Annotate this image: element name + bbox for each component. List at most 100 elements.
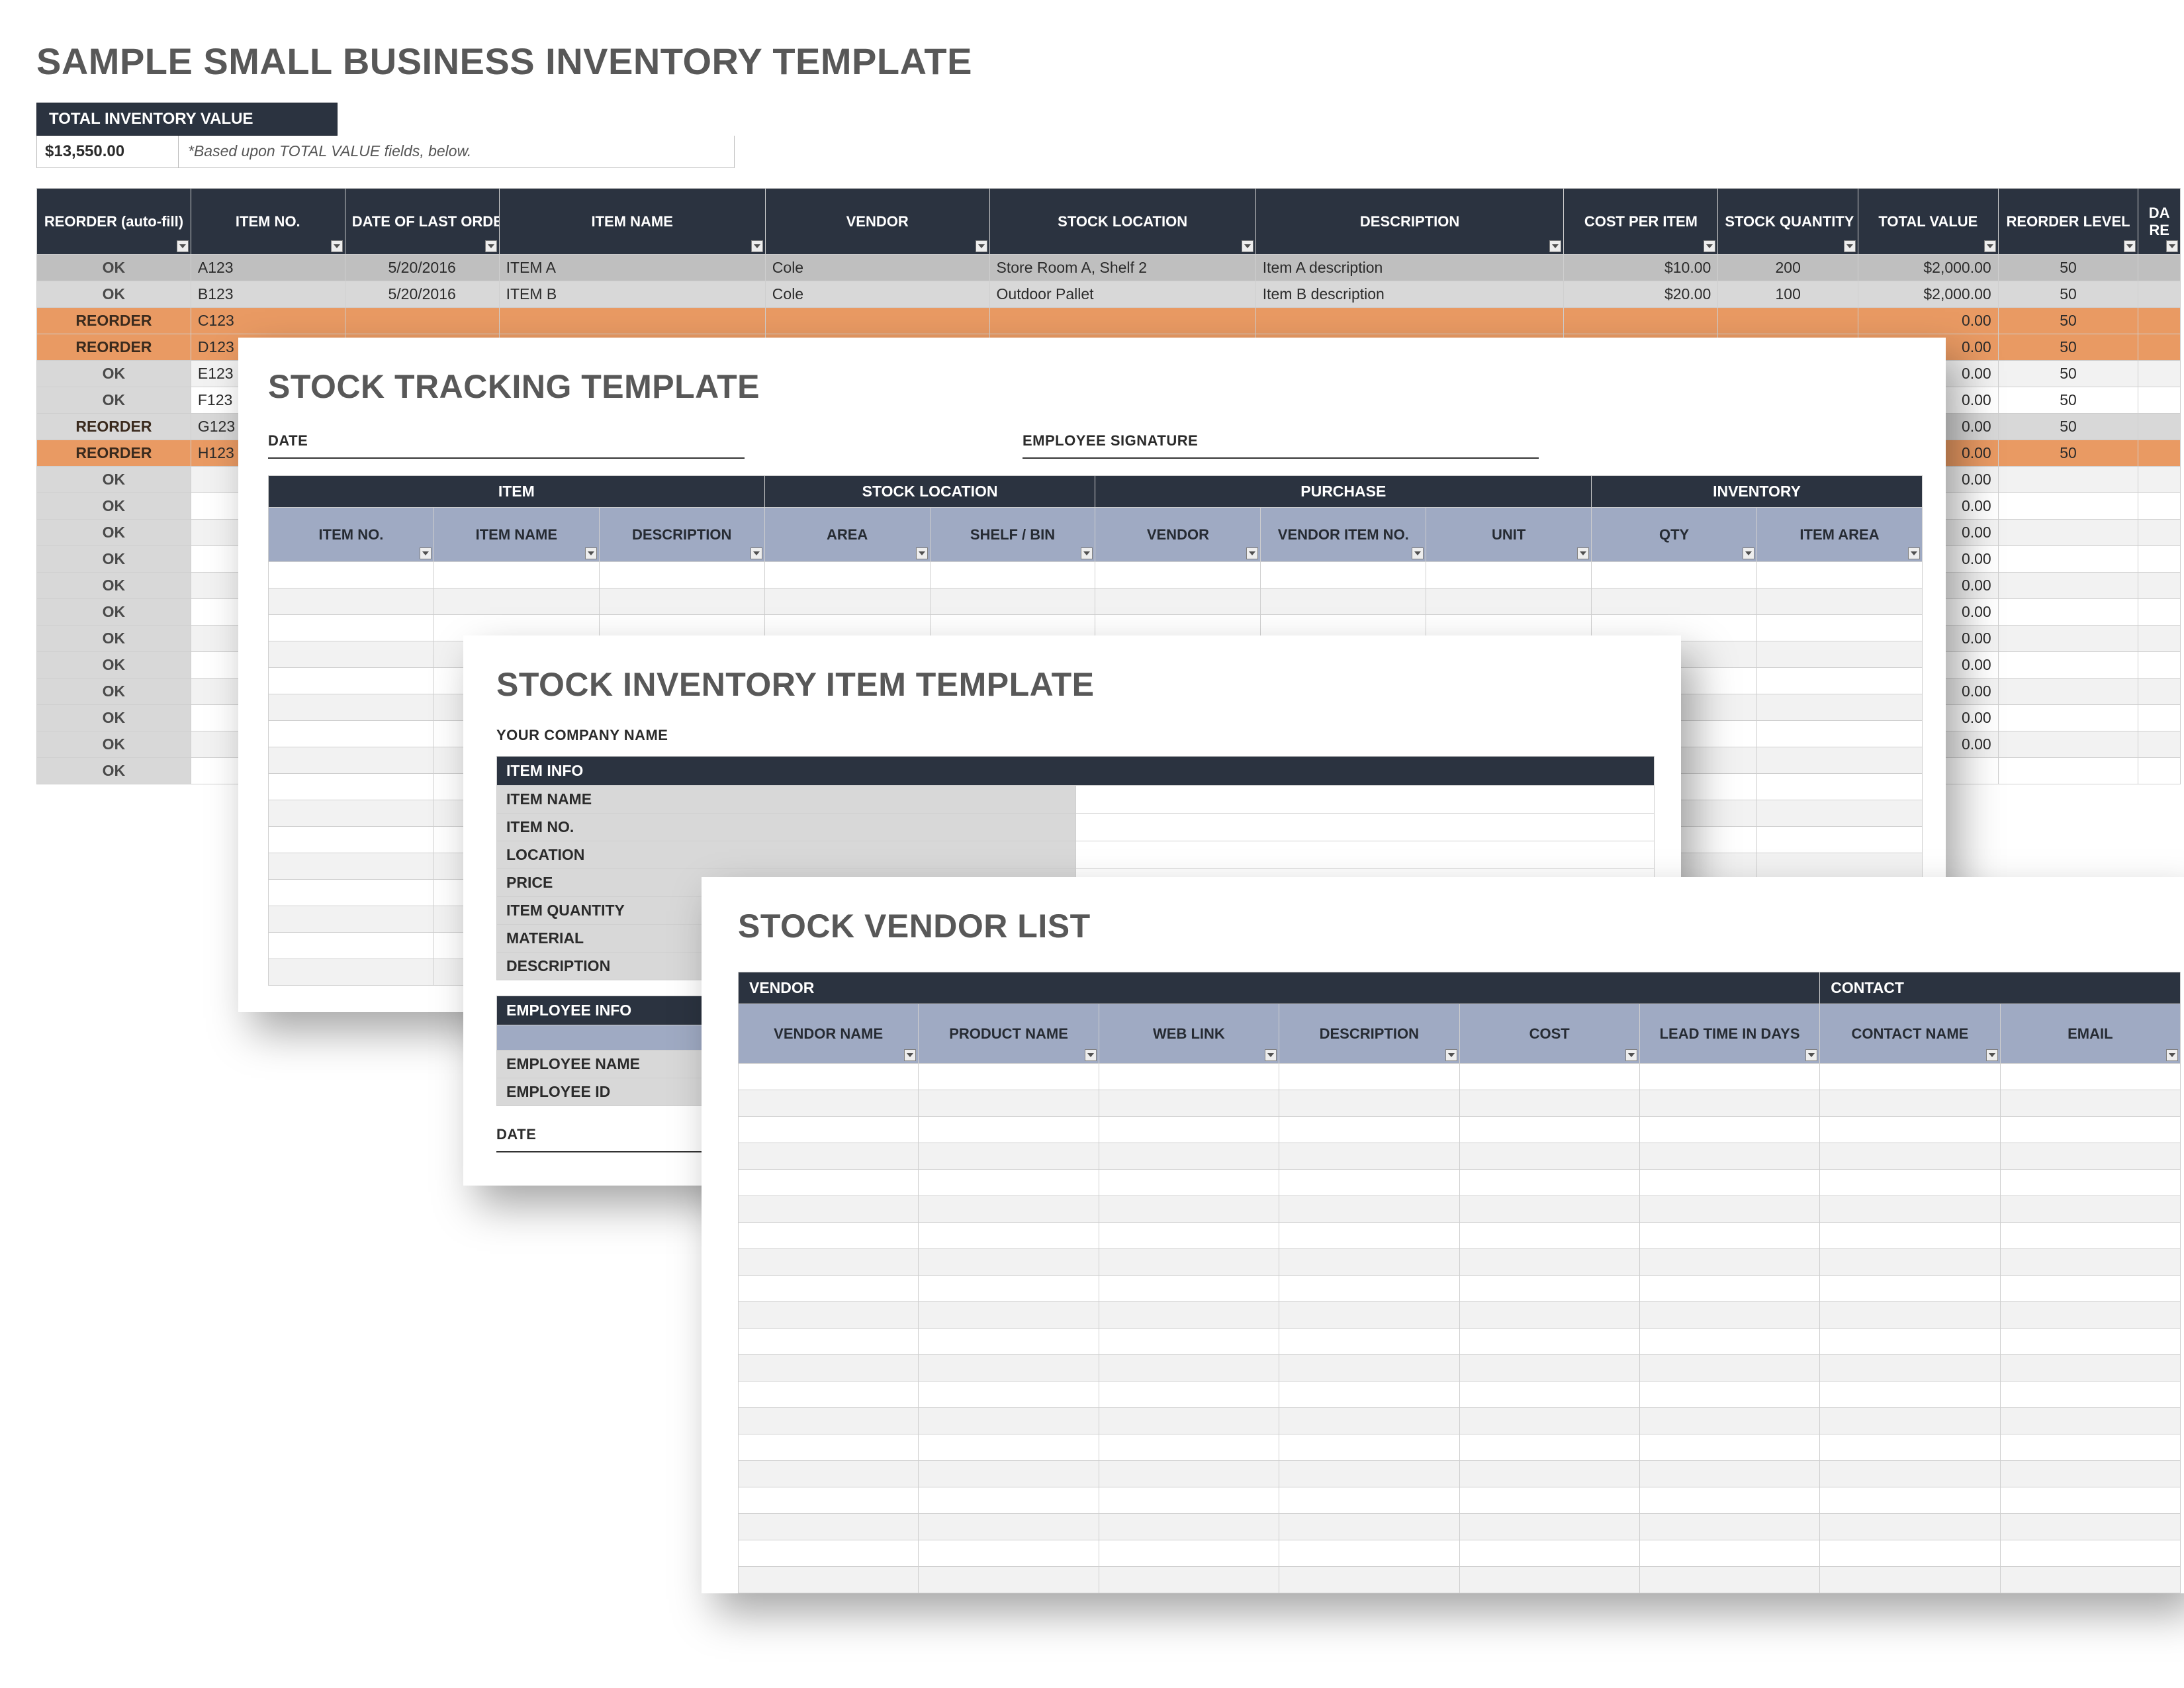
cell[interactable] xyxy=(2000,1223,2180,1249)
cell[interactable] xyxy=(1459,1355,1639,1382)
cell[interactable] xyxy=(269,880,434,906)
cell[interactable] xyxy=(739,1434,919,1461)
table-row[interactable] xyxy=(739,1302,2181,1329)
cell[interactable] xyxy=(269,906,434,933)
cell-reorder-level[interactable]: 50 xyxy=(1998,334,2138,361)
cell[interactable] xyxy=(2000,1461,2180,1487)
cell[interactable] xyxy=(919,1461,1099,1487)
col-header[interactable]: TOTAL VALUE xyxy=(1858,189,1999,255)
cell[interactable] xyxy=(1279,1090,1459,1117)
cell[interactable] xyxy=(1820,1249,2000,1276)
cell[interactable] xyxy=(1459,1382,1639,1408)
filter-dropdown-icon[interactable] xyxy=(1412,547,1424,559)
cell[interactable] xyxy=(269,959,434,986)
cell[interactable] xyxy=(1099,1329,1279,1355)
filter-dropdown-icon[interactable] xyxy=(904,1049,916,1061)
col-header[interactable]: DESCRIPTION xyxy=(1279,1004,1459,1064)
cell[interactable] xyxy=(2000,1408,2180,1434)
cell[interactable] xyxy=(739,1567,919,1593)
cell-extra[interactable] xyxy=(2138,281,2181,308)
filter-dropdown-icon[interactable] xyxy=(1625,1049,1637,1061)
cell[interactable] xyxy=(1099,1143,1279,1170)
cell[interactable] xyxy=(919,1223,1099,1249)
cell[interactable] xyxy=(739,1408,919,1434)
cell-date[interactable]: 5/20/2016 xyxy=(345,255,499,281)
cell-item-no[interactable]: A123 xyxy=(191,255,345,281)
cell[interactable] xyxy=(1099,1196,1279,1223)
cell[interactable] xyxy=(1099,1302,1279,1329)
cell[interactable] xyxy=(1279,1117,1459,1143)
cell[interactable] xyxy=(2000,1382,2180,1408)
table-row[interactable] xyxy=(739,1117,2181,1143)
cell[interactable] xyxy=(269,668,434,694)
cell[interactable] xyxy=(2000,1276,2180,1302)
cell-total[interactable]: $2,000.00 xyxy=(1858,255,1999,281)
cell-reorder-level[interactable]: 50 xyxy=(1998,440,2138,467)
cell[interactable] xyxy=(1099,1434,1279,1461)
cell[interactable] xyxy=(1459,1434,1639,1461)
col-header[interactable]: ITEM NO. xyxy=(269,508,434,562)
col-header[interactable]: ITEM NAME xyxy=(433,508,599,562)
cell-extra[interactable] xyxy=(2138,520,2181,546)
cell[interactable] xyxy=(764,562,930,588)
filter-dropdown-icon[interactable] xyxy=(1246,547,1258,559)
cell[interactable] xyxy=(1099,1487,1279,1514)
cell-name[interactable]: ITEM A xyxy=(499,255,765,281)
cell[interactable] xyxy=(1279,1276,1459,1302)
cell-extra[interactable] xyxy=(2138,705,2181,731)
cell[interactable] xyxy=(919,1170,1099,1196)
cell[interactable] xyxy=(1099,1249,1279,1276)
cell[interactable] xyxy=(1099,1064,1279,1090)
cell[interactable] xyxy=(919,1567,1099,1593)
col-header[interactable]: QTY xyxy=(1592,508,1757,562)
cell[interactable] xyxy=(2000,1434,2180,1461)
col-header[interactable]: CONTACT NAME xyxy=(1820,1004,2000,1064)
col-header[interactable]: LEAD TIME IN DAYS xyxy=(1639,1004,1819,1064)
cell[interactable] xyxy=(269,588,434,615)
cell[interactable] xyxy=(1459,1196,1639,1223)
cell-reorder-level[interactable] xyxy=(1998,599,2138,626)
table-row[interactable] xyxy=(739,1223,2181,1249)
cell[interactable] xyxy=(1757,668,1923,694)
cell[interactable] xyxy=(919,1143,1099,1170)
col-header[interactable]: UNIT xyxy=(1426,508,1592,562)
filter-dropdown-icon[interactable] xyxy=(1081,547,1093,559)
cell[interactable] xyxy=(919,1487,1099,1514)
col-header[interactable]: PRODUCT NAME xyxy=(919,1004,1099,1064)
cell[interactable] xyxy=(2000,1196,2180,1223)
cell[interactable] xyxy=(2000,1514,2180,1540)
cell-location[interactable]: Store Room A, Shelf 2 xyxy=(989,255,1255,281)
cell[interactable] xyxy=(269,827,434,853)
table-row[interactable] xyxy=(739,1567,2181,1593)
cell[interactable] xyxy=(739,1382,919,1408)
table-row[interactable] xyxy=(739,1514,2181,1540)
cell[interactable] xyxy=(1459,1117,1639,1143)
cell[interactable] xyxy=(1279,1540,1459,1567)
cell[interactable] xyxy=(1820,1382,2000,1408)
cell[interactable] xyxy=(1459,1090,1639,1117)
cell[interactable] xyxy=(1279,1355,1459,1382)
filter-dropdown-icon[interactable] xyxy=(1704,240,1715,252)
cell[interactable] xyxy=(269,721,434,747)
cell-location[interactable]: Outdoor Pallet xyxy=(989,281,1255,308)
cell[interactable] xyxy=(1279,1567,1459,1593)
table-row[interactable] xyxy=(739,1249,2181,1276)
cell[interactable] xyxy=(1639,1276,1819,1302)
cell[interactable] xyxy=(1279,1064,1459,1090)
cell[interactable] xyxy=(1639,1329,1819,1355)
cell[interactable] xyxy=(1639,1487,1819,1514)
table-row[interactable] xyxy=(739,1170,2181,1196)
col-header[interactable]: STOCK QUANTITY xyxy=(1718,189,1858,255)
cell-extra[interactable] xyxy=(2138,731,2181,758)
col-header[interactable]: DARE xyxy=(2138,189,2181,255)
cell[interactable] xyxy=(1639,1223,1819,1249)
cell[interactable] xyxy=(2000,1329,2180,1355)
cell[interactable] xyxy=(1459,1408,1639,1434)
cell[interactable] xyxy=(1099,1567,1279,1593)
filter-dropdown-icon[interactable] xyxy=(485,240,497,252)
filter-dropdown-icon[interactable] xyxy=(1844,240,1856,252)
cell-item-no[interactable]: B123 xyxy=(191,281,345,308)
cell[interactable] xyxy=(599,562,764,588)
filter-dropdown-icon[interactable] xyxy=(1743,547,1754,559)
cell[interactable] xyxy=(919,1302,1099,1329)
